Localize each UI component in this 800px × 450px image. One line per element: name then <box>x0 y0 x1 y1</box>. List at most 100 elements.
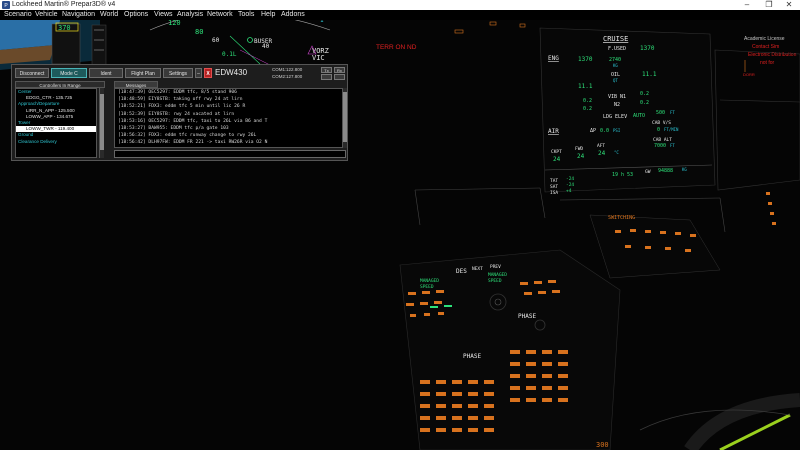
terrain-warning: TERR ON ND <box>376 44 417 51</box>
right-panel-outline <box>714 49 800 191</box>
ecam-ldg-elev-value: 500 <box>656 110 665 116</box>
mode-c-button[interactable]: Mode C <box>51 68 87 78</box>
controllers-in-range-header: Controllers In Range <box>15 81 105 88</box>
messages-scrollbar[interactable] <box>342 88 347 148</box>
disconnect-button[interactable]: Disconnect <box>15 68 49 78</box>
flight-plan-button[interactable]: Flight Plan <box>125 68 161 78</box>
ecam-utc-clock: 19 h 53 <box>612 172 633 178</box>
license-line-1: Contact Sim <box>752 44 779 50</box>
throttle-quadrant: 300 <box>596 393 800 450</box>
atc-client-window: Disconnect Mode C Ident Flight Plan Sett… <box>11 64 348 161</box>
ecam-ldg-elev-mode: AUTO <box>633 113 645 119</box>
menu-tools[interactable]: Tools <box>238 10 254 20</box>
ecam-fused-label: F.USED <box>608 46 626 52</box>
ident-button[interactable]: Ident <box>89 68 123 78</box>
ecam-page-title: CRUISE <box>603 35 628 43</box>
ecam-oil-unit: QT <box>613 78 618 83</box>
menu-vehicle[interactable]: Vehicle <box>35 10 58 20</box>
com1-tx-button[interactable]: Tx <box>321 67 332 73</box>
ecam-eng-label: ENG <box>548 55 559 62</box>
ecam-temp-fwd: 24 <box>577 153 585 160</box>
mcdu-right-next-label: NEXT <box>472 266 483 272</box>
com2-rx-button[interactable] <box>334 74 345 80</box>
controller-category[interactable]: Clearance Delivery <box>16 139 96 145</box>
navigation-display: 120 80 60 40 0.1L BUSER VORZ VIC 1 <box>149 20 331 71</box>
message-line: [18:53:16] OEC5297: EDDM tfc, taxi to 26… <box>118 118 268 124</box>
nd-range-80: 80 <box>195 28 203 36</box>
menu-bar: Scenario Vehicle Navigation World Options Vie… <box>0 10 800 20</box>
nav-fix-vic: VIC <box>312 54 325 62</box>
ecam-dp-label: ΔP <box>590 128 596 134</box>
message-line: [18:52:39] EIY8STB: rwy 24 vacated at li… <box>118 111 235 117</box>
ecam-fused-right: 1370 <box>640 45 655 52</box>
ecam-temp-unit: °C <box>614 150 619 155</box>
ecam-oil-right: 11.1 <box>642 71 657 78</box>
close-panel-button[interactable]: X <box>204 68 212 78</box>
com2-tx-button[interactable] <box>321 74 332 80</box>
minimize-panel-button[interactable]: – <box>195 68 202 78</box>
message-line: [18:47:39] OEC5297: EDDM tfc, 8/5 stand … <box>118 90 237 95</box>
minimize-window-button[interactable]: – <box>736 0 758 10</box>
menu-addons[interactable]: Addons <box>281 10 305 20</box>
ecam-display: CRUISE ENG F.USED 1370 1370 2740 KG OIL … <box>539 27 716 196</box>
ecam-sat-label: SAT <box>550 184 558 190</box>
maximize-window-button[interactable]: ❐ <box>758 0 780 10</box>
ecam-ldg-elev-label: LDG ELEV <box>603 114 627 120</box>
window-titlebar: P Lockheed Martin® Prepar3D® v4 – ❐ ✕ <box>0 0 800 10</box>
switching-panel-label: SWITCHING <box>608 215 635 221</box>
settings-button[interactable]: Settings <box>163 68 193 78</box>
menu-options[interactable]: Options <box>124 10 148 20</box>
mcdu-left-speed-label: SPEED <box>420 284 434 290</box>
ecam-temp-ckpt: 24 <box>553 156 561 163</box>
ecam-temp-label-ckpt: CKPT <box>551 149 562 155</box>
ecam-vib-n2-left: 0.2 <box>583 106 592 112</box>
ecam-gw-unit: KG <box>682 167 687 172</box>
close-window-button[interactable]: ✕ <box>778 0 800 10</box>
ecam-temp-aft: 24 <box>598 150 606 157</box>
ecam-vib-n2-right: 0.2 <box>640 100 649 106</box>
menu-world[interactable]: World <box>100 10 118 20</box>
ecam-ldg-elev-unit: FT <box>670 110 675 115</box>
ecam-vib-n1-right: 0.2 <box>640 91 649 97</box>
controllers-scrollbar[interactable] <box>99 88 104 158</box>
left-pfd: 370 <box>0 20 107 70</box>
menu-navigation[interactable]: Navigation <box>62 10 95 20</box>
pedestal: SWITCHING <box>399 214 721 450</box>
ecam-isa-value: +4 <box>566 188 572 194</box>
tab-messages[interactable]: Messages <box>114 81 158 88</box>
ecam-tat-value: -24 <box>566 176 574 182</box>
com1-rx-button[interactable]: Rx <box>334 67 345 73</box>
ecam-cab-alt-unit: FT <box>670 143 675 148</box>
ecam-temp-label-fwd: FWD <box>575 146 583 152</box>
menu-scenario[interactable]: Scenario <box>4 10 32 20</box>
message-line: [18:56:32] FDX3: eddm tfc runway change … <box>118 133 257 139</box>
ecam-tat-label: TAT <box>550 178 558 184</box>
menu-views[interactable]: Views <box>154 10 173 20</box>
ecam-oil-left: 11.1 <box>578 83 593 90</box>
com2-label: COM2: <box>272 74 287 79</box>
menu-network[interactable]: Network <box>207 10 233 20</box>
mcdu-right-managed-label: MANAGED <box>488 272 507 278</box>
mcdu-right-prev-label: PREV <box>490 264 501 270</box>
ecam-temp-label-aft: AFT <box>597 143 605 149</box>
message-input[interactable] <box>114 150 346 158</box>
controllers-list: Center EDGG_CTR - 135.725 Approach/Departu… <box>15 88 97 158</box>
com2-frequency: 127.800 <box>286 74 303 79</box>
message-line: [18:52:21] FDX3: eddm tfc 5 min until li… <box>118 104 246 110</box>
ecam-sat-value: -24 <box>566 182 574 188</box>
ecam-gw-label: GW <box>645 169 651 175</box>
nav-fix-buser: BUSER <box>254 38 272 45</box>
menu-analysis[interactable]: Analysis <box>177 10 203 20</box>
mcdu-left-phase-label: PHASE <box>463 353 481 360</box>
ecam-cab-vs-value: 0 <box>657 127 660 133</box>
menu-help[interactable]: Help <box>261 10 275 20</box>
mcdu-right-phase-label: PHASE <box>518 313 536 320</box>
ecam-fused-unit: KG <box>613 63 618 68</box>
message-line: [18:48:59] EIY8STB: taking off rwy 24 at… <box>118 97 243 103</box>
callsign-label: EDW430 <box>215 68 248 77</box>
pfd-speed-box: 370 <box>58 24 71 32</box>
ecam-cab-alt-value: 7000 <box>654 143 666 149</box>
license-label: Academic License <box>744 36 785 42</box>
ecam-vib-n1-left: 0.2 <box>583 98 592 104</box>
nd-range-120: 120 <box>168 20 181 27</box>
